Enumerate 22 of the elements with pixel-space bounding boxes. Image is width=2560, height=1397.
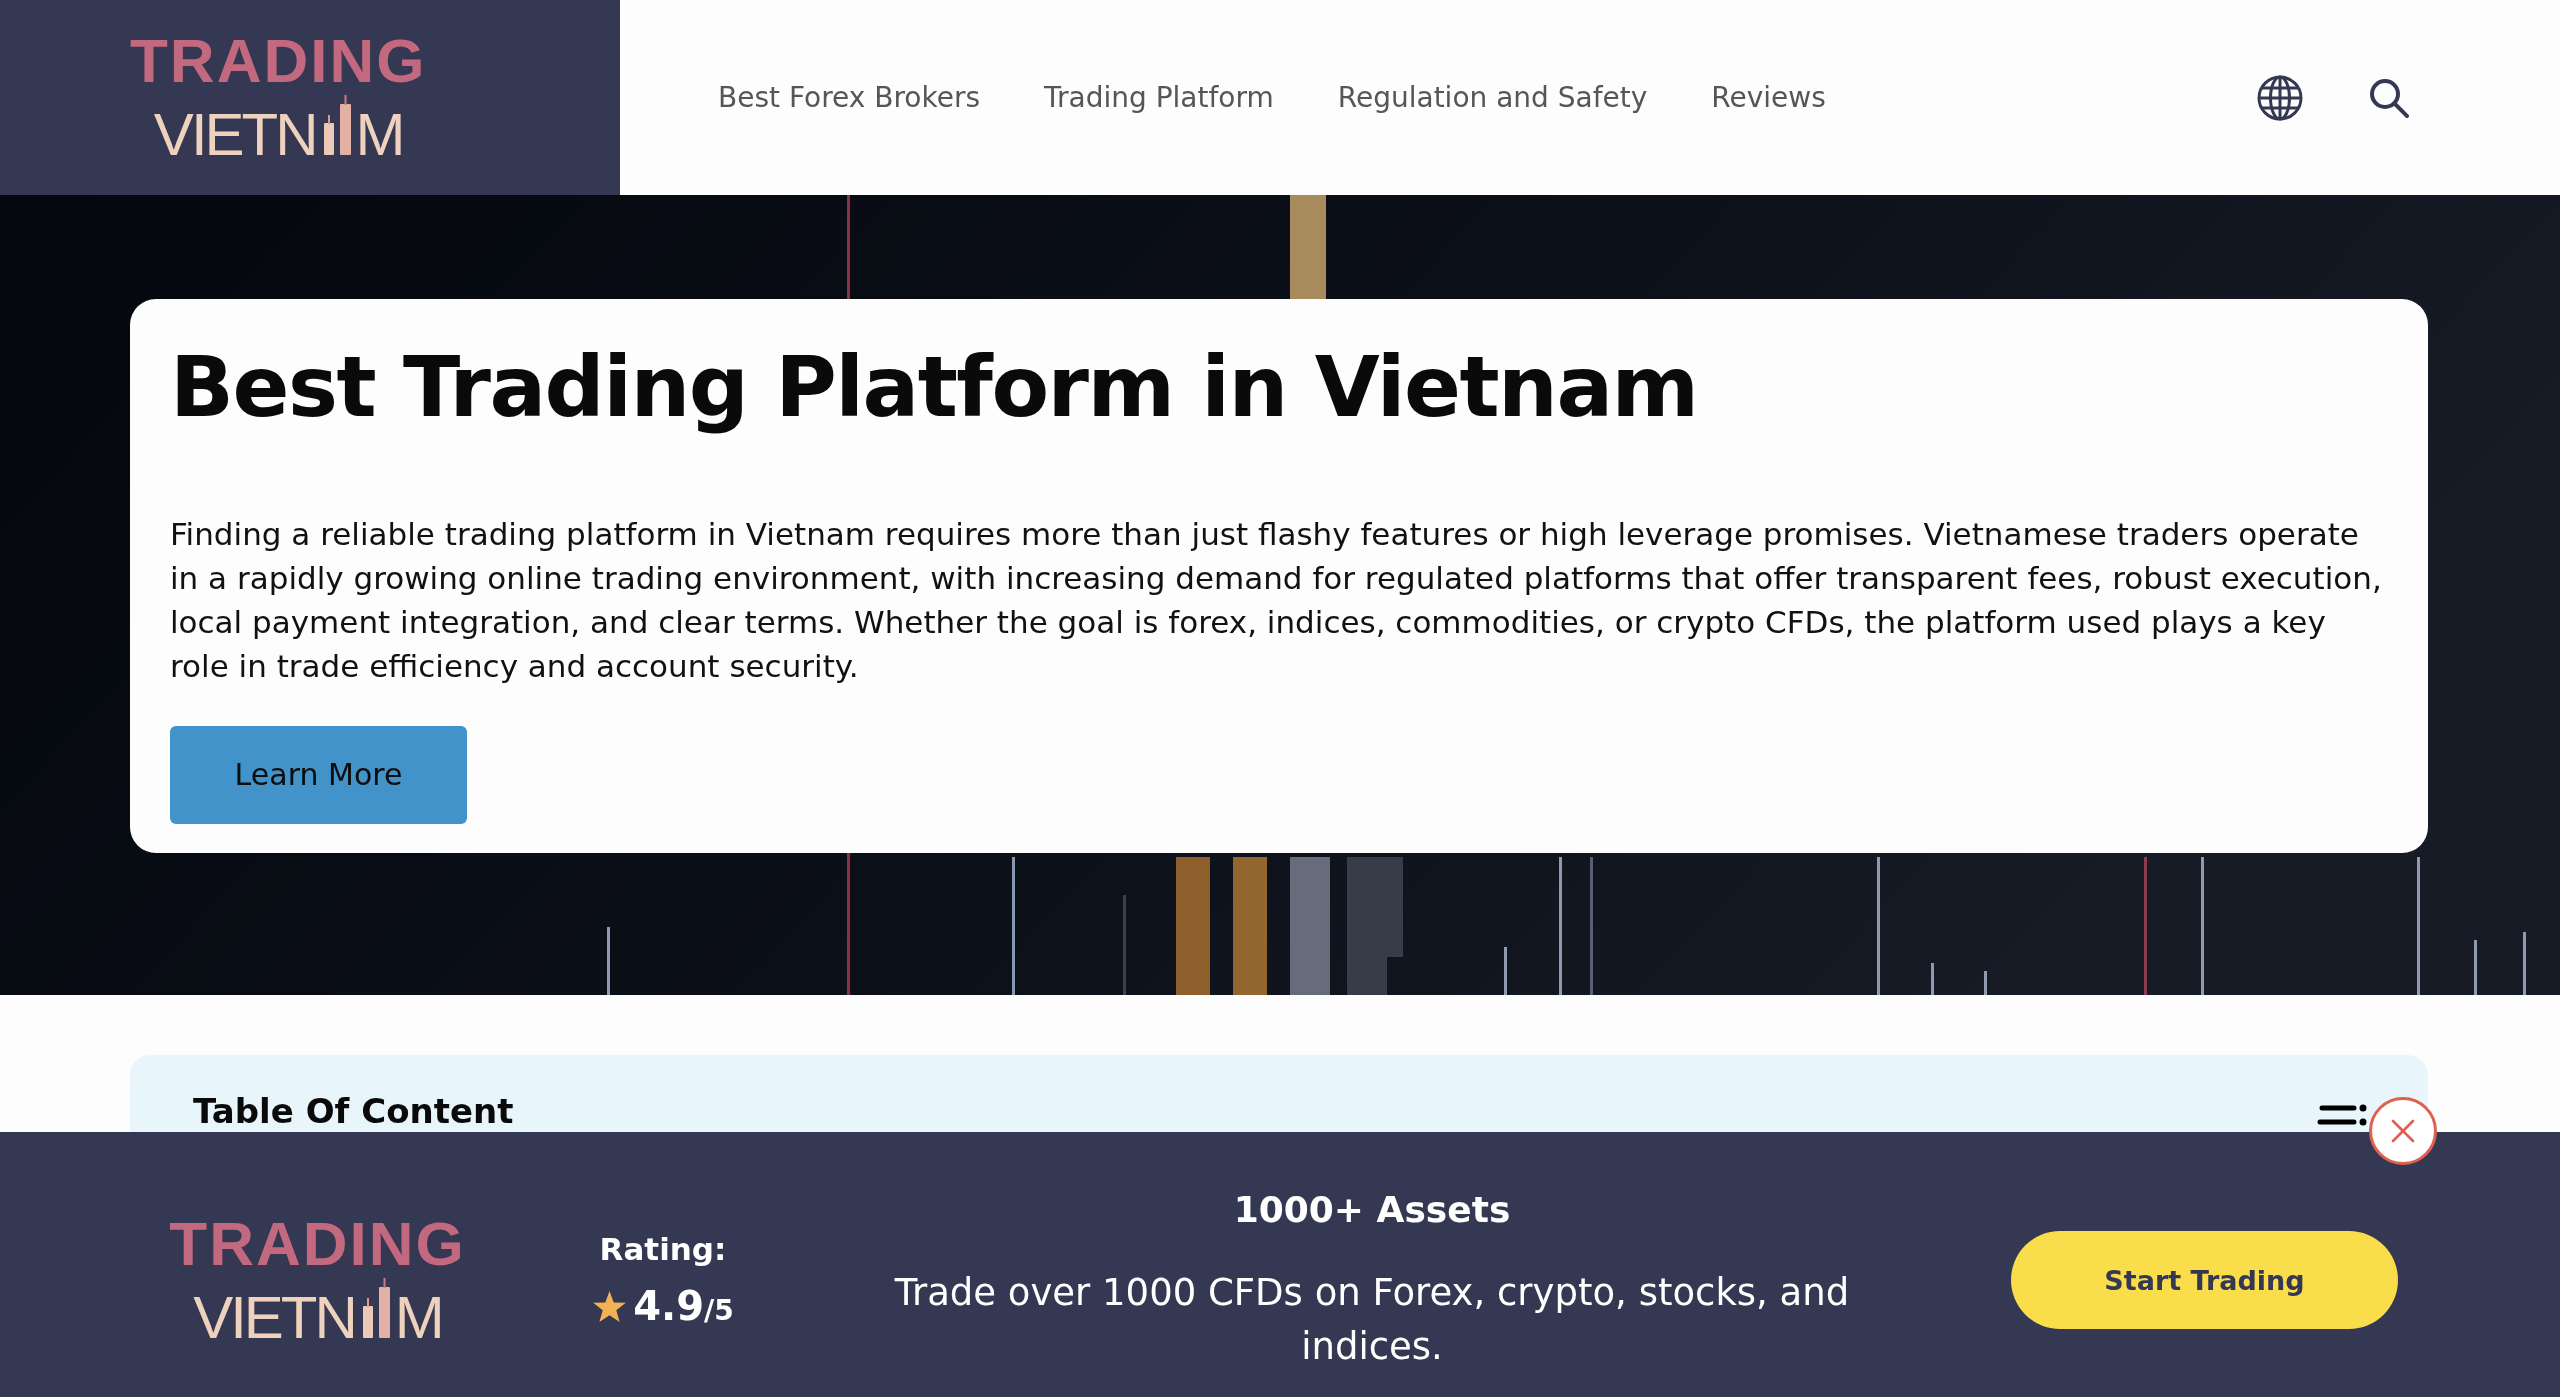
promo-text: Trade over 1000 CFDs on Forex, crypto, stocks, and indices. (893, 1269, 1851, 1370)
search-icon[interactable] (2369, 77, 2409, 118)
logo[interactable]: TRADING VIETN M (130, 30, 427, 165)
nav-link[interactable]: Trading Platform (1044, 81, 1274, 114)
nav-link[interactable]: Regulation and Safety (1337, 81, 1648, 114)
candlestick-icon (323, 95, 351, 155)
close-icon (2391, 1119, 2415, 1143)
nav-link[interactable]: Reviews (1711, 81, 1826, 114)
promo-headline: 1000+ Assets (1233, 1187, 1511, 1232)
toc-title: Table Of Content (193, 1093, 514, 1130)
logo[interactable]: TRADING VIETN M (170, 1212, 465, 1348)
hero-title: Best Trading Platform in Vietnam (170, 337, 1698, 438)
rating-score: 4.9/5 (633, 1284, 734, 1329)
list-icon[interactable] (2317, 1104, 2367, 1126)
learn-more-button[interactable]: Learn More (170, 725, 467, 824)
candlestick-icon (362, 1277, 390, 1338)
hero-description: Finding a reliable trading platform in Vietnam requires more than just flashy features or high leverage promises. Vietnamese traders operate in a rapidly growing online trading environment, with increasing demand for regulated platforms that offer transparent fees, robust execution, local payment integration, and clear terms. Whether the goal is forex, indices, commodities, or crypto CFDs, the platform used plays a key role in trade efficiency and account security. (170, 514, 2383, 686)
nav-link[interactable]: Best Forex Brokers (718, 81, 981, 114)
rating-label: Rating: (599, 1231, 727, 1267)
star-icon (592, 1289, 628, 1323)
language-globe-icon[interactable] (2257, 74, 2303, 121)
start-trading-button[interactable]: Start Trading (2011, 1231, 2398, 1329)
